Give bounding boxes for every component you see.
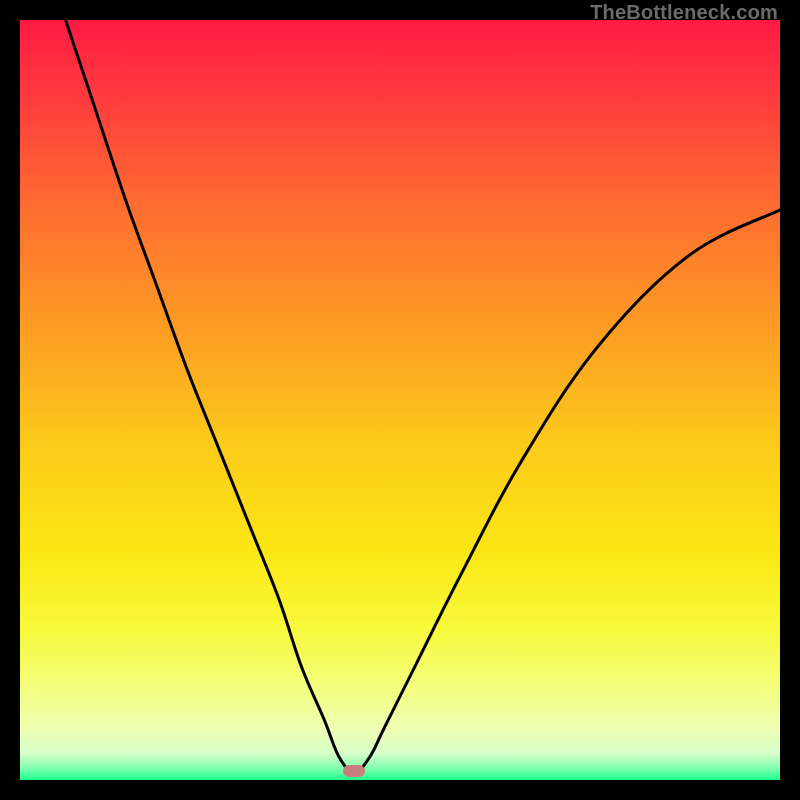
chart-frame: TheBottleneck.com [0, 0, 800, 800]
plot-area [20, 20, 780, 780]
bottleneck-curve [20, 20, 780, 780]
optimal-point-marker [343, 765, 365, 777]
watermark-text: TheBottleneck.com [590, 2, 778, 25]
